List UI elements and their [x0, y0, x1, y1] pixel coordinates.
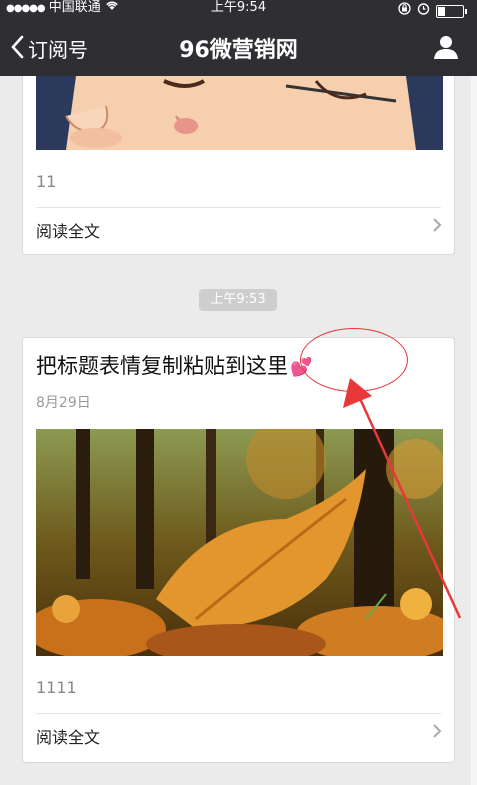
article-digest-1: 11: [36, 172, 57, 191]
article-cover-image-1: [36, 76, 443, 150]
divider: [36, 207, 441, 208]
message-timestamp: 上午9:53: [199, 289, 277, 311]
scroll-track: [471, 76, 477, 785]
article-date-2: 8月29日: [36, 395, 91, 411]
read-all-link-2[interactable]: 阅读全文: [36, 724, 100, 748]
article-digest-2: 1111: [36, 678, 77, 697]
navigation-bar: 订阅号 96微营销网: [0, 16, 477, 76]
chevron-right-icon: [432, 214, 442, 238]
article-card-2[interactable]: 把标题表情复制粘贴到这里 💕 8月29日 1111 阅读全文: [22, 337, 455, 763]
chevron-right-icon: [432, 720, 442, 744]
article-title-2[interactable]: 把标题表情复制粘贴到这里 💕: [36, 350, 312, 380]
battery-tip: [465, 8, 467, 14]
divider: [36, 713, 441, 714]
status-bar: ●●●●● 中国联通 上午9:54: [0, 0, 477, 18]
article-card-1[interactable]: 11 阅读全文: [22, 76, 455, 255]
user-icon[interactable]: [433, 34, 459, 60]
page-title: 96微营销网: [179, 38, 298, 63]
top-bar: ●●●●● 中国联通 上午9:54 订阅号 96微营销网: [0, 0, 477, 76]
annotation-oval: [300, 328, 408, 392]
read-all-link-1[interactable]: 阅读全文: [36, 218, 100, 242]
article-cover-image-2: [36, 429, 443, 656]
article-title-text: 把标题表情复制粘贴到这里: [36, 354, 288, 378]
